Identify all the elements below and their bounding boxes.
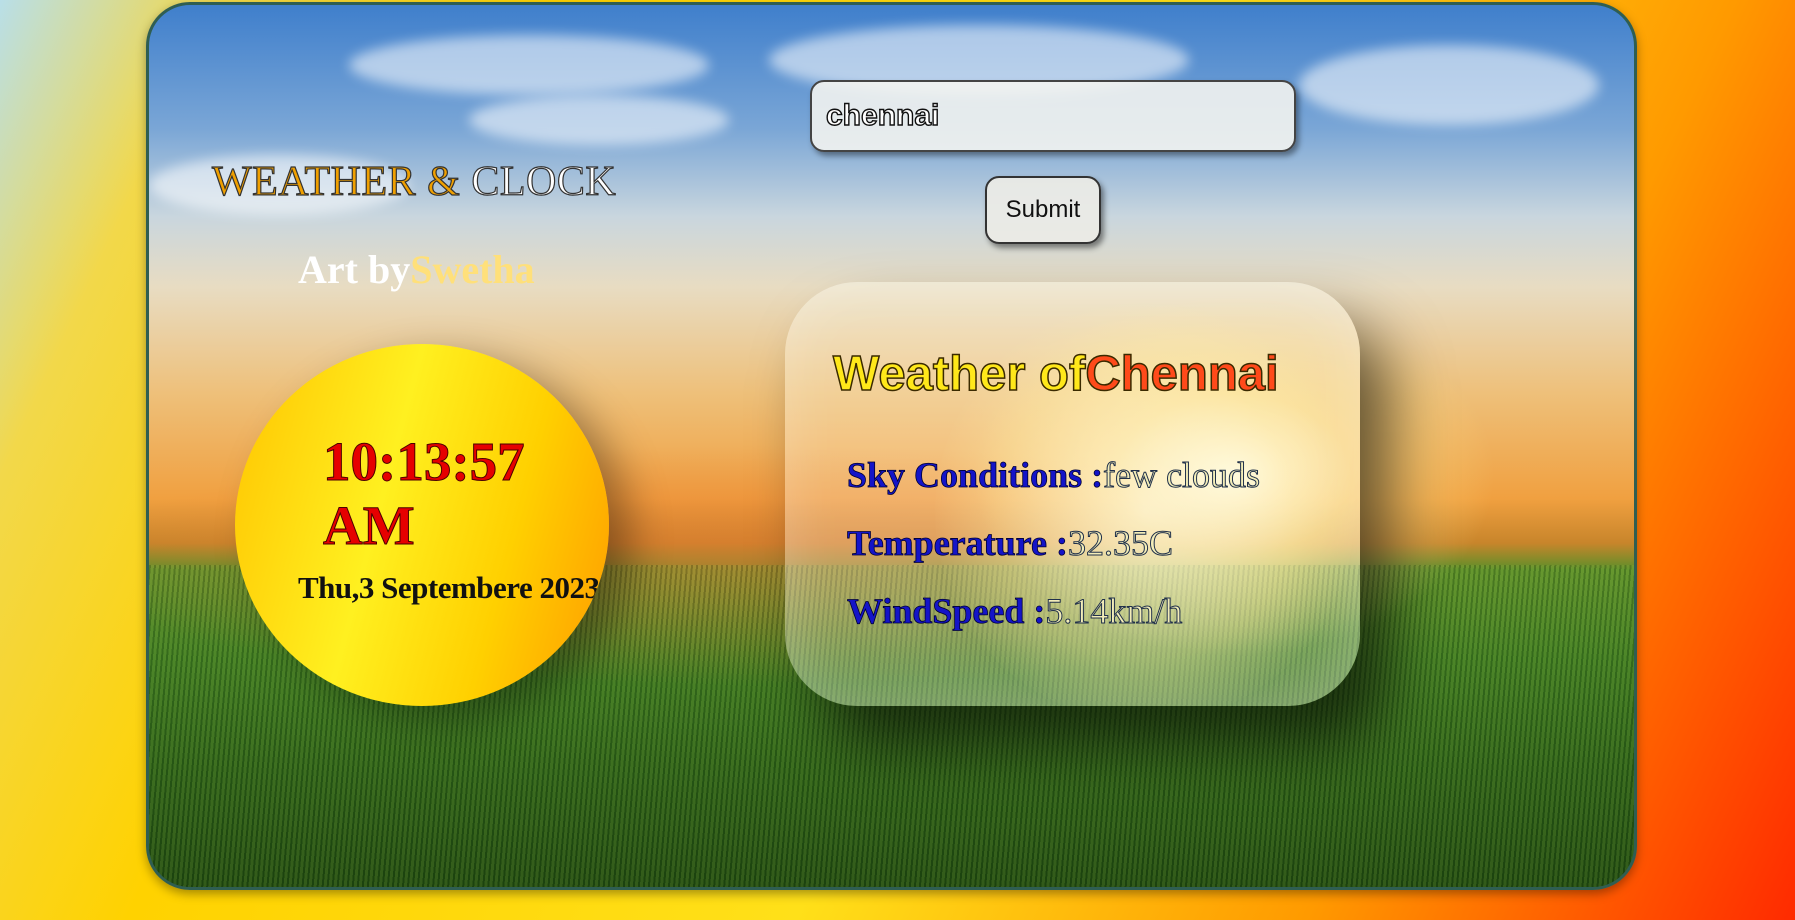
cloud (469, 95, 729, 145)
title-word-weather: WEATHER (211, 158, 417, 205)
app-title: WEATHER & CLOCK (211, 158, 617, 206)
sky-conditions-value: few clouds (1103, 455, 1261, 496)
weather-card: Weather ofChennai Sky Conditions :few cl… (785, 282, 1360, 706)
temperature-value: 32.35C (1067, 523, 1173, 564)
temperature-row: Temperature :32.35C (847, 522, 1174, 564)
cloud (1299, 45, 1599, 125)
art-credit: Art bySwetha (298, 246, 535, 293)
clock-date: Thu,3 Septembere 2023 (298, 570, 600, 605)
clock-circle: 10:13:57 AM Thu,3 Septembere 2023 (235, 344, 609, 706)
art-credit-name: Swetha (410, 247, 535, 292)
weather-heading: Weather ofChennai (832, 346, 1280, 402)
title-word-clock: CLOCK (471, 158, 617, 205)
title-ampersand: & (427, 158, 461, 205)
clock-time: 10:13:57 AM (323, 431, 526, 557)
art-credit-prefix: Art by (298, 247, 411, 292)
sky-conditions-label: Sky Conditions : (847, 455, 1104, 496)
temperature-label: Temperature : (847, 523, 1069, 564)
cloud (349, 35, 709, 95)
windspeed-value: 5.14km/h (1045, 591, 1183, 632)
city-search-input[interactable] (810, 80, 1296, 152)
submit-button[interactable]: Submit (985, 176, 1101, 244)
windspeed-row: WindSpeed :5.14km/h (847, 590, 1183, 632)
weather-heading-prefix: Weather of (832, 346, 1086, 402)
sky-conditions-row: Sky Conditions :few clouds (847, 454, 1261, 496)
weather-city: Chennai (1085, 346, 1280, 402)
windspeed-label: WindSpeed : (847, 591, 1046, 632)
